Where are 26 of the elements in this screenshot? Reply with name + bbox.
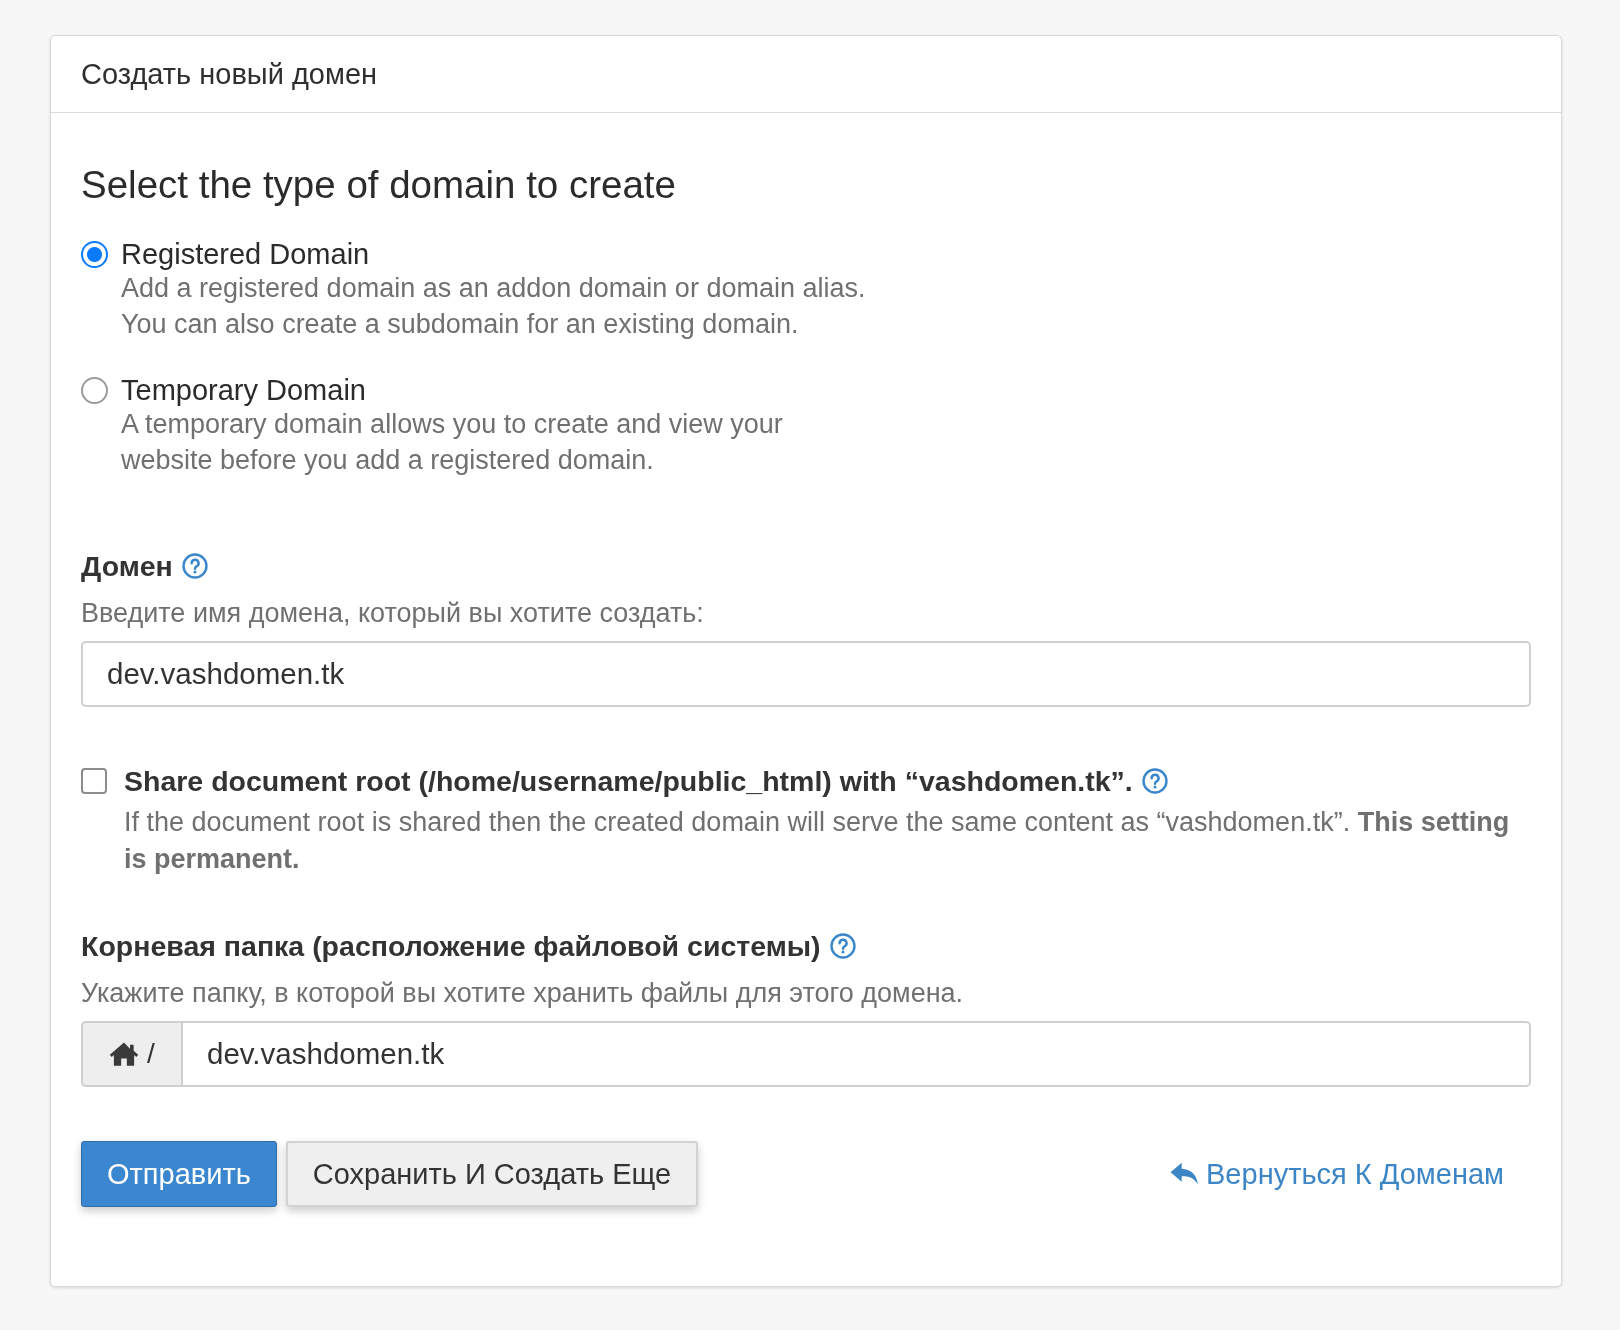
option-label: Registered Domain — [121, 237, 370, 271]
checkbox-description: If the document root is shared then the created domain will serve the same content as “vashdomen.tk”. This setting is permanent. — [124, 806, 1511, 876]
field-hint: Введите имя домена, который вы хотите создать: — [81, 597, 704, 630]
option-label: Temporary Domain — [121, 373, 366, 407]
checkbox[interactable] — [81, 768, 107, 794]
help-icon[interactable] — [829, 933, 856, 959]
field-label: Домен — [81, 549, 173, 584]
radio-button[interactable] — [81, 241, 108, 268]
radio-button[interactable] — [81, 377, 108, 404]
section-heading: Select the type of domain to create — [81, 163, 676, 207]
submit-button[interactable]: Отправить — [81, 1141, 277, 1207]
help-icon[interactable] — [181, 553, 208, 579]
domain-input-field[interactable]: dev.vashdomen.tk — [81, 641, 1531, 707]
field-label: Корневая папка (расположение файловой системы) — [81, 929, 821, 964]
panel-title: Создать новый домен — [81, 57, 378, 92]
home-icon — [109, 1041, 140, 1067]
back-link[interactable]: Вернуться К Доменам — [1170, 1157, 1504, 1191]
path-separator: / — [147, 1038, 155, 1070]
option-description: A temporary domain allows you to create and view your website before you add a registered domain. — [121, 408, 784, 477]
save-and-create-button[interactable]: Сохранить И Создать Еще — [285, 1141, 699, 1207]
reply-arrow-icon — [1170, 1161, 1200, 1187]
checkbox-label: Share document root (/home/username/public_html) with “vashdomen.tk”. — [124, 764, 1133, 799]
field-hint: Укажите папку, в которой вы хотите хранить файлы для этого домена. — [81, 977, 964, 1010]
option-description: Add a registered domain as an addon domain or domain alias. You can also create a subdomain for an existing domain. — [121, 272, 867, 341]
help-icon[interactable] — [1141, 768, 1168, 794]
folder-input-field[interactable]: dev.vashdomen.tk — [181, 1021, 1531, 1087]
